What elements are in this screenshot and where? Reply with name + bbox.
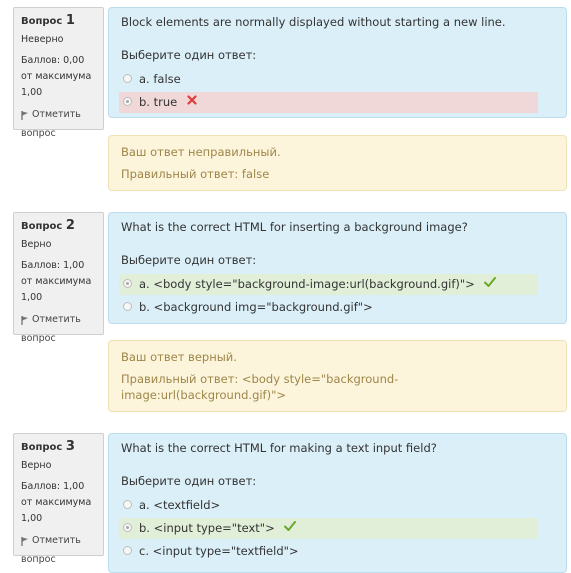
flag-question-link[interactable]: Отметить вопрос — [21, 107, 97, 142]
radio-button[interactable] — [123, 523, 132, 532]
radio-button[interactable] — [123, 97, 132, 106]
answer-option-a[interactable]: a. <body style="background-image:url(bac… — [119, 274, 538, 295]
right-answer: Правильный ответ: false — [121, 167, 270, 181]
question-number: Вопрос 3 — [21, 439, 75, 454]
feedback-box-2: Ваш ответ верный. Правильный ответ: <bod… — [108, 340, 567, 412]
feedback-box-1: Ваш ответ неправильный. Правильный ответ… — [108, 135, 567, 191]
radio-button[interactable] — [123, 74, 132, 83]
question-text: Block elements are normally displayed wi… — [121, 15, 506, 29]
question-number: Вопрос 2 — [21, 218, 75, 233]
question-text: What is the correct HTML for inserting a… — [121, 220, 468, 234]
question-text: What is the correct HTML for making a te… — [121, 441, 437, 455]
radio-button[interactable] — [123, 546, 132, 555]
question-info-1: Вопрос 1 Неверно Баллов: 0,00 от максиму… — [13, 7, 104, 139]
question-formulation-3: What is the correct HTML for making a te… — [108, 433, 567, 573]
question-grade: Баллов: 0,00 от максимума 1,00 — [21, 55, 92, 98]
answer-prompt: Выберите один ответ: — [121, 474, 257, 488]
question-state: Верно — [21, 239, 52, 250]
answer-prompt: Выберите один ответ: — [121, 48, 257, 62]
question-state: Неверно — [21, 34, 64, 45]
correct-check-icon — [284, 517, 297, 538]
flag-question-link[interactable]: Отметить вопрос — [21, 312, 97, 347]
answer-option-b[interactable]: b. <input type="text"> — [119, 518, 538, 539]
question-number: Вопрос 1 — [21, 13, 75, 28]
answer-option-a[interactable]: a. <textfield> — [119, 495, 538, 516]
question-grade: Баллов: 1,00 от максимума 1,00 — [21, 481, 92, 524]
answer-option-b[interactable]: b. true — [119, 92, 538, 113]
flag-question-link[interactable]: Отметить вопрос — [21, 533, 97, 568]
correct-check-icon — [484, 273, 497, 294]
question-info-2: Вопрос 2 Верно Баллов: 1,00 от максимума… — [13, 212, 104, 344]
radio-button[interactable] — [123, 500, 132, 509]
incorrect-cross-icon — [187, 91, 197, 112]
right-answer: Правильный ответ: <body style="backgroun… — [121, 372, 399, 402]
flag-icon — [21, 315, 29, 331]
question-formulation-1: Block elements are normally displayed wi… — [108, 7, 567, 118]
answer-option-b[interactable]: b. <background img="background.gif"> — [119, 297, 538, 318]
question-grade: Баллов: 1,00 от максимума 1,00 — [21, 260, 92, 303]
question-info-3: Вопрос 3 Верно Баллов: 1,00 от максимума… — [13, 433, 104, 565]
flag-icon — [21, 536, 29, 552]
radio-button[interactable] — [123, 302, 132, 311]
flag-icon — [21, 110, 29, 126]
question-formulation-2: What is the correct HTML for inserting a… — [108, 212, 567, 324]
feedback-message: Ваш ответ неправильный. — [121, 145, 281, 159]
answer-option-c[interactable]: c. <input type="textfield"> — [119, 541, 538, 562]
answer-option-a[interactable]: a. false — [119, 69, 538, 90]
answer-prompt: Выберите один ответ: — [121, 253, 257, 267]
question-state: Верно — [21, 460, 52, 471]
radio-button[interactable] — [123, 279, 132, 288]
feedback-message: Ваш ответ верный. — [121, 350, 237, 364]
